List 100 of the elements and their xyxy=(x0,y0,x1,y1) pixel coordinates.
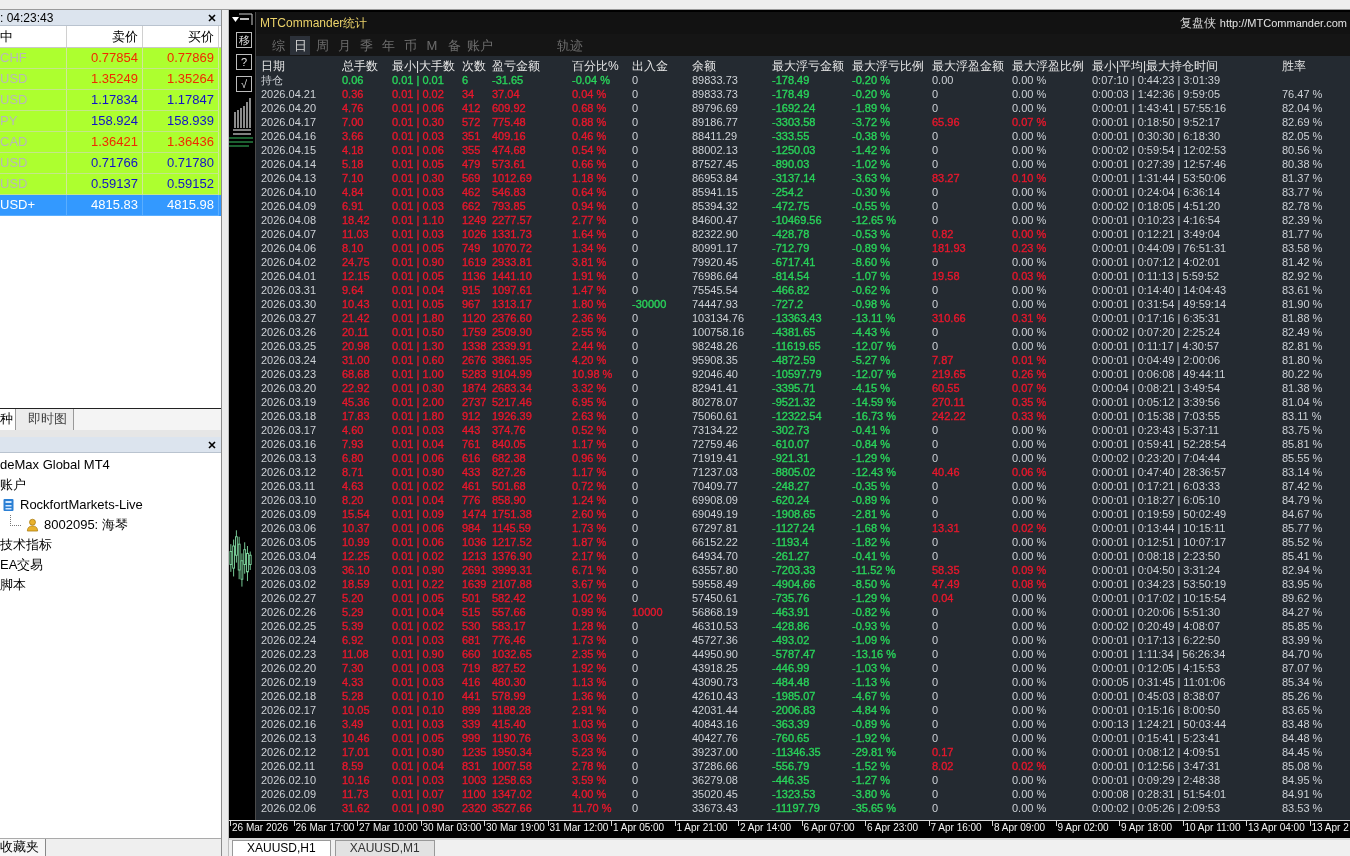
stat-value: -363.39 xyxy=(772,717,810,731)
stat-value: 83.75 % xyxy=(1282,423,1323,437)
stat-value: 4.18 xyxy=(342,143,364,157)
view-tab[interactable]: 账户 xyxy=(466,35,494,55)
view-tab[interactable]: 轨迹 xyxy=(556,35,584,55)
panel-tab[interactable]: 种 xyxy=(0,409,16,430)
stat-value: 0.01 | 0.03 xyxy=(392,675,444,689)
view-tab[interactable]: 周 xyxy=(312,35,332,55)
tool-button[interactable]: 移 xyxy=(236,32,252,48)
stat-value: -178.49 xyxy=(772,87,810,101)
dropdown-icon[interactable] xyxy=(231,13,253,26)
stat-value: 1012.69 xyxy=(492,171,532,185)
chart-tab[interactable]: XAUUSD,M1 xyxy=(334,840,435,856)
stat-value: 0:00:01 | 0:45:03 | 8:38:07 xyxy=(1092,689,1221,703)
view-tab[interactable]: 月 xyxy=(334,35,354,55)
column-header: 胜率 xyxy=(1282,59,1307,73)
stat-value: -11619.65 xyxy=(772,339,821,353)
stat-value: 46310.53 xyxy=(692,619,738,633)
stat-value: 0.88 % xyxy=(572,115,607,129)
stat-value: 0.01 | 0.06 xyxy=(392,535,444,549)
stat-value: 0:00:01 | 1:43:41 | 57:55:16 xyxy=(1092,101,1227,115)
view-tab[interactable]: 年 xyxy=(378,35,398,55)
stat-value: 36.10 xyxy=(342,563,370,577)
view-tab[interactable]: 综 xyxy=(268,35,288,55)
stat-value: 10.99 xyxy=(342,535,370,549)
view-tab[interactable]: 备 xyxy=(444,35,464,55)
column-header[interactable]: 买价 xyxy=(143,26,219,47)
stat-value: 0:00:01 | 0:20:06 | 5:51:30 xyxy=(1092,605,1221,619)
stat-value: 0 xyxy=(932,423,939,437)
stat-value: 2.36 % xyxy=(572,311,607,325)
stat-value: 0 xyxy=(932,675,939,689)
stat-value: 2.91 % xyxy=(572,703,607,717)
stat-value: 8.02 xyxy=(932,759,954,773)
panel-tab[interactable]: 即时图 xyxy=(16,409,74,430)
stat-value: 0.01 | 0.03 xyxy=(392,227,444,241)
stat-value: 0.01 | 1.10 xyxy=(392,213,444,227)
quote-row[interactable]: USD 0.59137 0.59152 xyxy=(0,174,221,195)
stat-value: 12.15 xyxy=(342,269,370,283)
stat-value: 0:00:01 | 0:08:12 | 4:09:51 xyxy=(1092,745,1221,759)
column-header[interactable]: 中 xyxy=(0,26,67,47)
website-link[interactable]: http://MTCommander.com xyxy=(1219,15,1347,31)
stat-value: 82.69 % xyxy=(1282,115,1323,129)
stat-value: 1.18 % xyxy=(572,171,607,185)
stat-value: 3527.66 xyxy=(492,801,532,815)
view-tab[interactable]: 日 xyxy=(290,35,310,55)
tree-item[interactable]: 8002095: 海琴 xyxy=(44,517,128,533)
stat-value: 0 xyxy=(932,451,939,465)
view-tab[interactable]: M xyxy=(422,35,442,55)
tool-button[interactable]: ? xyxy=(236,54,252,70)
stat-value: 0 xyxy=(632,157,639,171)
stat-value: 461 xyxy=(462,479,481,493)
tree-item[interactable]: 账户 xyxy=(0,477,26,493)
stat-value: 719 xyxy=(462,661,481,675)
stat-value: -3137.14 xyxy=(772,171,816,185)
stat-value: 0.35 % xyxy=(1012,395,1047,409)
stat-value: 0.01 | 0.02 xyxy=(392,549,444,563)
stat-value: 3.81 % xyxy=(572,255,607,269)
stat-value: 7.87 xyxy=(932,353,954,367)
tree-item[interactable]: 脚本 xyxy=(0,577,26,593)
stat-value: 81.38 % xyxy=(1282,381,1323,395)
stat-value: 36279.08 xyxy=(692,773,738,787)
stat-value: 0 xyxy=(632,465,639,479)
stat-value: 1926.39 xyxy=(492,409,532,423)
stat-value: 0.01 | 0.50 xyxy=(392,325,444,339)
stat-value: 0:00:01 | 1:11:34 | 56:26:34 xyxy=(1092,647,1226,661)
stat-value: 409.16 xyxy=(492,129,526,143)
stat-value: -0.20 % xyxy=(852,73,890,87)
stat-value: 1.47 % xyxy=(572,283,607,297)
close-icon[interactable] xyxy=(208,13,216,22)
column-header[interactable]: 卖价 xyxy=(67,26,143,47)
stat-value: 1950.34 xyxy=(492,745,532,759)
close-icon[interactable] xyxy=(208,440,216,449)
stat-value: 70409.77 xyxy=(692,479,738,493)
tree-item[interactable]: EA交易 xyxy=(0,557,44,573)
stat-value: -466.82 xyxy=(772,283,810,297)
stat-value: 912 xyxy=(462,409,481,423)
stat-value: 85.85 % xyxy=(1282,619,1323,633)
stat-value: 13.31 xyxy=(932,521,960,535)
quote-row[interactable]: USD 1.17834 1.17847 xyxy=(0,90,221,111)
date-label: 2026.02.13 xyxy=(261,731,317,745)
stat-value: 0 xyxy=(632,773,639,787)
view-tab[interactable]: 季 xyxy=(356,35,376,55)
stat-value: 4.20 % xyxy=(572,353,607,367)
quote-row[interactable]: USD 0.71766 0.71780 xyxy=(0,153,221,174)
stat-value: 72759.46 xyxy=(692,437,738,451)
tree-item[interactable]: RockfortMarkets-Live xyxy=(20,497,143,513)
stat-value: 59558.49 xyxy=(692,577,738,591)
quote-row[interactable]: PY 158.924 158.939 xyxy=(0,111,221,132)
panel-tab[interactable]: 收藏夹 xyxy=(0,839,46,856)
stat-value: 2676 xyxy=(462,353,487,367)
stat-value: 0 xyxy=(932,325,939,339)
stat-value: 2.35 % xyxy=(572,647,607,661)
tool-button[interactable]: √ xyxy=(236,76,252,92)
stat-value: 0 xyxy=(632,619,639,633)
chart-tab[interactable]: XAUUSD,H1 xyxy=(232,840,331,856)
tree-item[interactable]: deMax Global MT4 xyxy=(0,457,110,473)
tree-item[interactable]: 技术指标 xyxy=(0,537,52,553)
stat-value: 0 xyxy=(632,591,639,605)
stat-value: 749 xyxy=(462,241,481,255)
stat-value: 103134.76 xyxy=(692,311,744,325)
